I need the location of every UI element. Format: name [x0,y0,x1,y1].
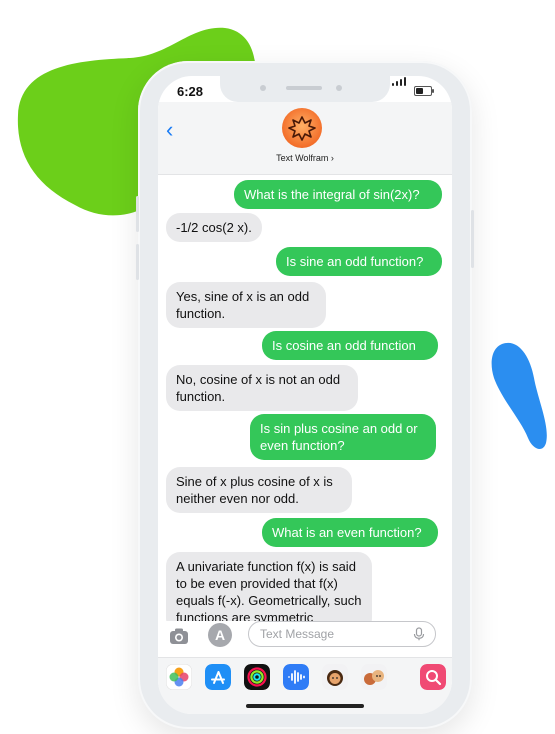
message-composer: A Text Message [158,621,452,651]
phone-notch [220,76,390,102]
front-camera [260,85,266,91]
search-icon[interactable] [420,664,446,690]
contact-name[interactable]: Text Wolfram › [158,153,452,163]
app-store-button[interactable]: A [208,623,232,647]
phone-screen: ‹ Text Wolfram › 6:28 What is the integr… [158,76,452,714]
message-bubble-outgoing[interactable]: Is cosine an odd function [262,331,438,360]
message-bubble-outgoing[interactable]: What is an even function? [262,518,438,547]
blue-blob-decoration [491,342,547,450]
microphone-icon[interactable] [412,627,426,641]
message-bubble-outgoing[interactable]: Is sine an odd function? [276,247,442,276]
activity-icon[interactable] [244,664,270,690]
camera-icon[interactable] [168,625,190,647]
back-button[interactable]: ‹ [166,119,173,141]
front-sensor [336,85,342,91]
message-bubble-incoming[interactable]: No, cosine of x is not an odd function. [166,365,358,411]
message-bubble-outgoing[interactable]: What is the integral of sin(2x)? [234,180,442,209]
message-bubble-incoming[interactable]: Yes, sine of x is an odd function. [166,282,326,328]
message-input-placeholder: Text Message [260,627,335,641]
message-input[interactable]: Text Message [248,621,436,647]
app-store-icon[interactable] [205,664,231,690]
phone-side-button-left [136,196,139,232]
phone-side-button-left-2 [136,244,139,280]
message-thread[interactable]: What is the integral of sin(2x)? -1/2 co… [158,175,452,621]
conversation-header: ‹ Text Wolfram › [158,102,452,175]
photos-icon[interactable] [166,664,192,690]
status-time: 6:28 [177,84,204,99]
home-indicator[interactable] [246,704,364,708]
speaker-grille [286,86,322,90]
contact-avatar[interactable] [282,108,322,148]
audio-icon[interactable] [283,664,309,690]
wolfram-logo-icon [288,116,316,141]
memoji-stickers-icon[interactable] [361,664,387,690]
phone-side-button-right [471,210,474,268]
battery-icon [414,86,432,96]
memoji-icon[interactable] [322,664,348,690]
battery-cap [432,89,434,93]
message-bubble-outgoing[interactable]: Is sin plus cosine an odd or even functi… [250,414,436,460]
message-bubble-incoming[interactable]: A univariate function f(x) is said to be… [166,552,372,621]
status-icons [392,77,436,96]
imessage-app-drawer [158,657,452,714]
message-bubble-incoming[interactable]: -1/2 cos(2 x). [166,213,262,242]
message-bubble-incoming[interactable]: Sine of x plus cosine of x is neither ev… [166,467,352,513]
